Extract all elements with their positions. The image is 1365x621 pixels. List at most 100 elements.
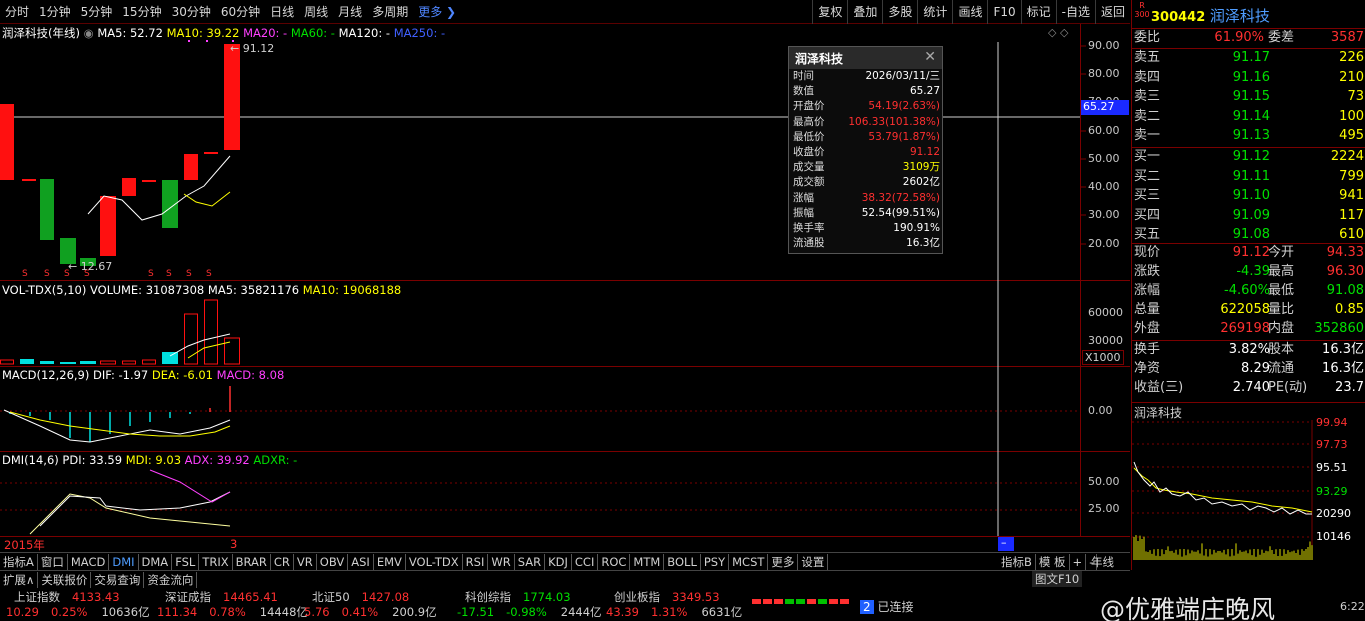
bottom-tab[interactable]: 关联报价	[38, 571, 92, 588]
indicator-tab[interactable]: EMV	[374, 553, 406, 570]
indicator-tab[interactable]: PSY	[701, 553, 730, 570]
index-name[interactable]: 北证50 1427.08	[312, 589, 409, 605]
toolbar-button[interactable]: 标记	[1020, 0, 1056, 24]
toolbar-button[interactable]: 叠加	[847, 0, 882, 24]
period-tab[interactable]: 周线	[299, 0, 333, 24]
volume-bar	[162, 352, 178, 364]
volume-bar	[80, 361, 96, 364]
indicator-tab[interactable]: MACD	[68, 553, 110, 570]
indicator-tab[interactable]: CR	[271, 553, 294, 570]
indicator-tab[interactable]: 设置	[798, 553, 829, 570]
period-tab[interactable]: 15分钟	[117, 0, 166, 24]
toolbar-button[interactable]: 多股	[882, 0, 917, 24]
stat-row: 总量 622058 量比 0.85	[1134, 302, 1364, 317]
period-tab[interactable]: 月线	[333, 0, 367, 24]
price-axis-label: 40.00	[1088, 180, 1120, 193]
bottom-tab[interactable]: 交易查询	[91, 571, 145, 588]
period-tab[interactable]: 日线	[265, 0, 299, 24]
stock-title: 300442 润泽科技	[1151, 7, 1270, 25]
toolbar-button[interactable]: 统计	[917, 0, 952, 24]
indicator-tab[interactable]: DMA	[139, 553, 173, 570]
indicator-tab[interactable]: OBV	[317, 553, 349, 570]
period-tab[interactable]: 1分钟	[34, 0, 76, 24]
bid-row[interactable]: 买五 91.08 610	[1132, 225, 1365, 245]
index-name[interactable]: 深证成指 14465.41	[165, 589, 278, 605]
indicator-tab[interactable]: DMI	[109, 553, 139, 570]
indicator-tab[interactable]: FSL	[172, 553, 200, 570]
volume-header: VOL-TDX(5,10) VOLUME: 31087308 MA5: 3582…	[2, 283, 402, 297]
ask-row[interactable]: 卖三 91.15 73	[1132, 87, 1365, 107]
indicator-control[interactable]: 指标B	[998, 553, 1036, 570]
ask-row[interactable]: 卖二 91.14 100	[1132, 107, 1365, 127]
price-axis-label: 50.00	[1088, 152, 1120, 165]
popup-row: 涨幅 38.32(72.58%)	[793, 191, 940, 204]
period-tab[interactable]: 5分钟	[76, 0, 118, 24]
indicator-tab[interactable]: ROC	[598, 553, 631, 570]
period-label[interactable]: 年线	[1088, 554, 1117, 570]
more-periods-button[interactable]: 更多 ❯	[413, 0, 461, 24]
close-icon[interactable]: ✕	[924, 49, 936, 65]
candlestick	[204, 152, 218, 154]
index-name[interactable]: 科创综指 1774.03	[465, 589, 571, 605]
connection-status[interactable]: 2 已连接	[860, 598, 913, 615]
indicator-tab[interactable]: MTM	[630, 553, 665, 570]
signal-marker: S	[206, 269, 212, 279]
indicator-tab[interactable]: TRIX	[199, 553, 233, 570]
mini-axis-label: 20290	[1316, 507, 1351, 520]
mini-axis-label: 95.51	[1316, 461, 1348, 474]
period-tab[interactable]: 30分钟	[167, 0, 216, 24]
period-toolbar: 分时 1分钟 5分钟 15分钟 30分钟 60分钟 日线 周线 月线 多周期 更多 ❯ 复权 叠加多…	[0, 0, 1130, 24]
stat-row: 现价 91.12 今开 94.33	[1134, 245, 1364, 260]
indicator-tab[interactable]: 更多	[768, 553, 799, 570]
period-tab[interactable]: 60分钟	[216, 0, 265, 24]
indicator-tab[interactable]: BRAR	[233, 553, 271, 570]
ma10-line	[183, 191, 231, 207]
candlestick	[100, 196, 116, 256]
stat-row: 涨幅 -4.60% 最低 91.08	[1134, 283, 1364, 298]
toolbar-button[interactable]: F10	[987, 0, 1020, 24]
indicator-control[interactable]: 模 板	[1036, 553, 1070, 570]
f10-tab[interactable]: 图文F10	[1032, 571, 1083, 587]
indicator-control[interactable]: +	[1070, 553, 1087, 570]
vol-ma10-line	[187, 341, 231, 359]
indicator-tab[interactable]: CCI	[572, 553, 599, 570]
adx-line	[39, 491, 231, 527]
chart-options-icon[interactable]: ◇ ◇	[1048, 26, 1068, 39]
period-tab[interactable]: 多周期	[367, 0, 413, 24]
indicator-tab[interactable]: SAR	[515, 553, 546, 570]
indicator-tab[interactable]: ASI	[348, 553, 374, 570]
bid-row[interactable]: 买四 91.09 117	[1132, 206, 1365, 226]
indicator-tab[interactable]: BOLL	[664, 553, 701, 570]
popup-row: 收盘价 91.12	[793, 146, 940, 159]
indicator-tab[interactable]: 窗口	[38, 553, 68, 570]
market-breadth-indicator	[752, 599, 849, 604]
bid-row[interactable]: 买二 91.11 799	[1132, 167, 1365, 187]
kline-header: 润泽科技(年线) ◉ MA5: 52.72 MA10: 39.22 MA20: …	[2, 26, 446, 40]
popup-row: 成交额 2602亿	[793, 176, 940, 189]
bottom-tab[interactable]: 资金流向	[144, 571, 198, 588]
toolbar-button[interactable]: -自选	[1055, 0, 1095, 24]
high-price-label: ← 91.12	[230, 42, 275, 55]
index-change: 5.76 0.41% 200.9亿	[304, 605, 437, 619]
toolbar-button[interactable]: 画线	[952, 0, 987, 24]
ask-row[interactable]: 卖一 91.13 495	[1132, 126, 1365, 146]
volume-bar	[122, 360, 136, 365]
indicator-tab[interactable]: VR	[294, 553, 317, 570]
indicator-tab[interactable]: 指标A	[0, 553, 38, 570]
toolbar-button[interactable]: 复权	[812, 0, 847, 24]
ask-row[interactable]: 卖五 91.17 226	[1132, 48, 1365, 68]
indicator-tab[interactable]: RSI	[463, 553, 489, 570]
popup-row: 最高价 106.33(101.38%)	[793, 115, 940, 128]
indicator-tab[interactable]: KDJ	[545, 553, 572, 570]
ask-row[interactable]: 卖四 91.16 210	[1132, 68, 1365, 88]
indicator-tab[interactable]: MCST	[729, 553, 769, 570]
bid-row[interactable]: 买一 91.12 2224	[1132, 147, 1365, 167]
bottom-tab[interactable]: 扩展∧	[0, 571, 39, 588]
index-name[interactable]: 上证指数 4133.43	[14, 589, 120, 605]
indicator-tab[interactable]: VOL-TDX	[406, 553, 463, 570]
period-tab[interactable]: 分时	[0, 0, 34, 24]
toolbar-button[interactable]: 返回	[1094, 0, 1130, 24]
bid-row[interactable]: 买三 91.10 941	[1132, 186, 1365, 206]
indicator-tab[interactable]: WR	[488, 553, 515, 570]
index-name[interactable]: 创业板指 3349.53	[614, 589, 720, 605]
